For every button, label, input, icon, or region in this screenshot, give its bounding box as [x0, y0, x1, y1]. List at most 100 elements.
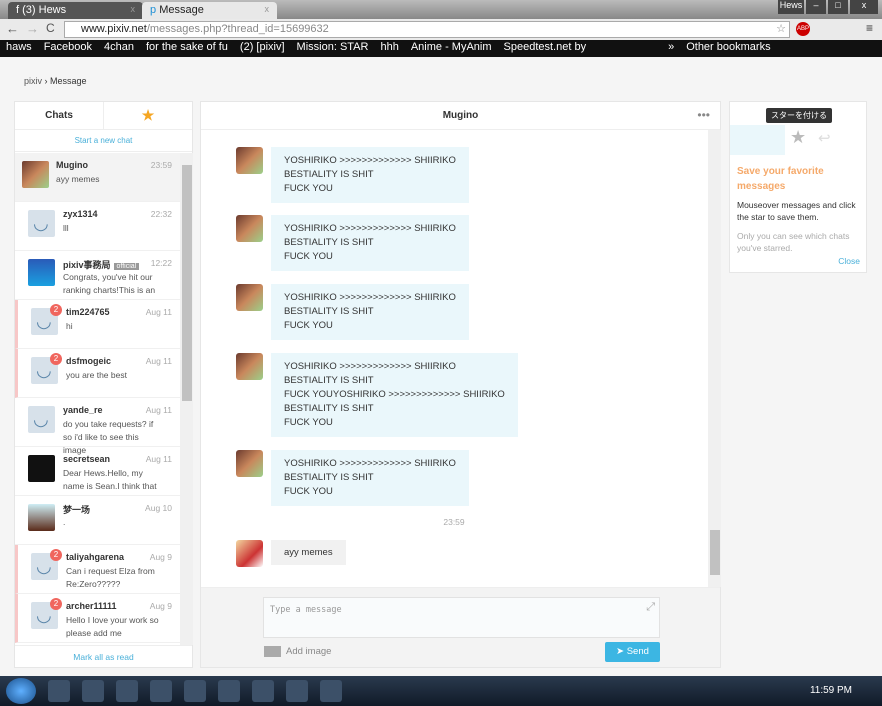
forward-icon[interactable]: → [26, 21, 39, 36]
chat-list-item[interactable]: zyx1314 22:32 lll [15, 202, 180, 251]
chat-time: Aug 10 [145, 503, 172, 513]
star-panel-description: Mouseover messages and click the star to… [737, 200, 856, 222]
chat-time: Aug 11 [145, 307, 172, 317]
message-bubble: YOSHIRIKO >>>>>>>>>>>>> SHIIRIKO BESTIAL… [271, 353, 518, 437]
chat-time: 23:59 [150, 160, 172, 170]
reply-icon[interactable]: ↩ [818, 129, 831, 147]
url-input[interactable]: www.pixiv.net/messages.php?thread_id=156… [64, 21, 790, 38]
chat-list-item[interactable]: 梦一场 Aug 10. [15, 496, 180, 545]
sender-avatar [236, 284, 263, 311]
breadcrumb-pixiv[interactable]: pixiv [24, 76, 42, 86]
chat-list-item[interactable]: 2 taliyahgarena Aug 9 Can i request Elza fr… [15, 545, 180, 594]
chat-list-item[interactable]: 2 dsfmogeic Aug 11 you are the best [15, 349, 180, 398]
send-button[interactable]: ➤ Send [605, 642, 660, 662]
bookmark[interactable]: Facebook [44, 41, 92, 56]
media-player-icon[interactable] [184, 680, 206, 702]
mcafee-icon[interactable] [252, 680, 274, 702]
chat-preview: . [63, 517, 66, 527]
chat-preview: ayy memes [56, 174, 100, 184]
more-bookmarks[interactable]: » [668, 41, 674, 56]
message-timestamp: 23:59 [443, 517, 465, 527]
scrollbar-thumb[interactable] [710, 530, 720, 575]
image-icon [264, 646, 281, 657]
chat-list-item[interactable]: yande_reAug 11do you take requests? if s… [15, 398, 180, 455]
bookmark[interactable]: Mission: STAR [297, 41, 369, 56]
user-badge[interactable]: Hews [778, 0, 804, 14]
unread-badge: 2 [50, 598, 62, 610]
start-button[interactable] [6, 678, 36, 704]
menu-icon[interactable]: ≡ [866, 21, 873, 35]
chat-preview: lll [63, 223, 69, 233]
bookmark[interactable]: haws [6, 41, 32, 56]
reload-icon[interactable]: C [46, 21, 55, 35]
steam-icon[interactable] [82, 680, 104, 702]
maximize-button[interactable]: □ [828, 0, 848, 14]
chat-list-item[interactable]: Mugino 23:59 ayy memes [15, 153, 180, 202]
sender-avatar [236, 215, 263, 242]
clock[interactable]: 11:59 PM [810, 685, 852, 696]
chat-user-name: archer11111 [66, 601, 117, 611]
bookmark[interactable]: for the sake of fu [146, 41, 228, 56]
user-avatar [28, 504, 55, 531]
star-icon[interactable]: ★ [790, 127, 806, 148]
chat-preview: Can i request Elza from Re:Zero????? [66, 566, 155, 589]
chat-list-item[interactable]: secretsean Aug 11 Dear Hews.Hello, my name… [15, 447, 180, 496]
chat-time: Aug 9 [149, 601, 172, 611]
chat-user-name: Mugino [56, 160, 88, 170]
close-tab-icon[interactable]: x [131, 4, 136, 14]
chat-list-item[interactable]: 2 tim224765 Aug 11 hi [15, 300, 180, 349]
start-new-chat-link[interactable]: Start a new chat [15, 130, 192, 152]
user-avatar [28, 210, 55, 237]
mark-all-read-link[interactable]: Mark all as read [15, 645, 192, 667]
chat-list-item[interactable]: pixiv事務局 official 12:22 Congrats, you've hi… [15, 251, 180, 300]
bookmark[interactable]: Anime - MyAnim [411, 41, 492, 56]
app-icon[interactable] [320, 680, 342, 702]
dota-icon[interactable] [286, 680, 308, 702]
bookmark-star-icon[interactable]: ☆ [776, 22, 786, 35]
back-icon[interactable]: ← [6, 21, 19, 36]
bookmark[interactable]: 4chan [104, 41, 134, 56]
tab-message[interactable]: p Message x [142, 2, 277, 19]
taskbar: 11:59 PM [0, 676, 882, 706]
tab-chats[interactable]: Chats [15, 102, 103, 129]
chat-list-item[interactable]: 2 archer11111 Aug 9 Hello I love your work … [15, 594, 180, 643]
chat-preview: Congrats, you've hit our ranking charts!… [63, 272, 156, 295]
star-panel-note: Only you can see which chats you've star… [737, 231, 850, 253]
close-link[interactable]: Close [838, 256, 860, 266]
explorer-icon[interactable] [116, 680, 138, 702]
chat-user-name: zyx1314 [63, 209, 98, 219]
tab-starred-star-icon[interactable]: ★ [103, 102, 192, 129]
taskbar-app-icon[interactable] [48, 680, 70, 702]
tab-facebook[interactable]: f (3) Hews x [8, 2, 143, 19]
add-image-button[interactable]: Add image [264, 646, 331, 657]
user-avatar [28, 406, 55, 433]
photoshop-icon[interactable] [150, 680, 172, 702]
user-avatar [28, 259, 55, 286]
scrollbar-thumb[interactable] [182, 165, 192, 401]
conversation-panel: Mugino ••• YOSHIRIKO >>>>>>>>>>>>> SHIIR… [200, 101, 721, 668]
unread-badge: 2 [50, 304, 62, 316]
close-window-button[interactable]: x [850, 0, 878, 14]
bookmark[interactable]: (2) [pixiv] [240, 41, 285, 56]
my-avatar [236, 540, 263, 567]
chrome-icon[interactable] [218, 680, 240, 702]
close-tab-icon[interactable]: x [265, 4, 270, 14]
expand-icon[interactable]: ⤢ [646, 600, 655, 614]
bookmark[interactable]: hhh [380, 41, 398, 56]
message-bubble: YOSHIRIKO >>>>>>>>>>>>> SHIIRIKO BESTIAL… [271, 450, 469, 506]
scrollbar[interactable] [708, 130, 721, 587]
other-bookmarks[interactable]: Other bookmarks [686, 41, 770, 56]
message-input[interactable]: Type a message ⤢ [263, 597, 660, 638]
chat-preview: you are the best [66, 370, 127, 380]
chat-preview: Hello I love your work so please add me [66, 615, 159, 638]
sender-avatar [236, 353, 263, 380]
chat-time: Aug 11 [145, 356, 172, 366]
address-bar-row: ← → C www.pixiv.net/messages.php?thread_… [0, 19, 882, 40]
bookmark[interactable]: Speedtest.net by [504, 41, 587, 56]
adblock-icon[interactable]: ABP [796, 22, 810, 36]
more-options-icon[interactable]: ••• [697, 102, 710, 129]
bookmarks-bar: haws Facebook 4chan for the sake of fu (… [0, 40, 882, 57]
message-bubble: YOSHIRIKO >>>>>>>>>>>>> SHIIRIKO BESTIAL… [271, 284, 469, 340]
minimize-button[interactable]: – [806, 0, 826, 14]
sender-avatar [236, 147, 263, 174]
